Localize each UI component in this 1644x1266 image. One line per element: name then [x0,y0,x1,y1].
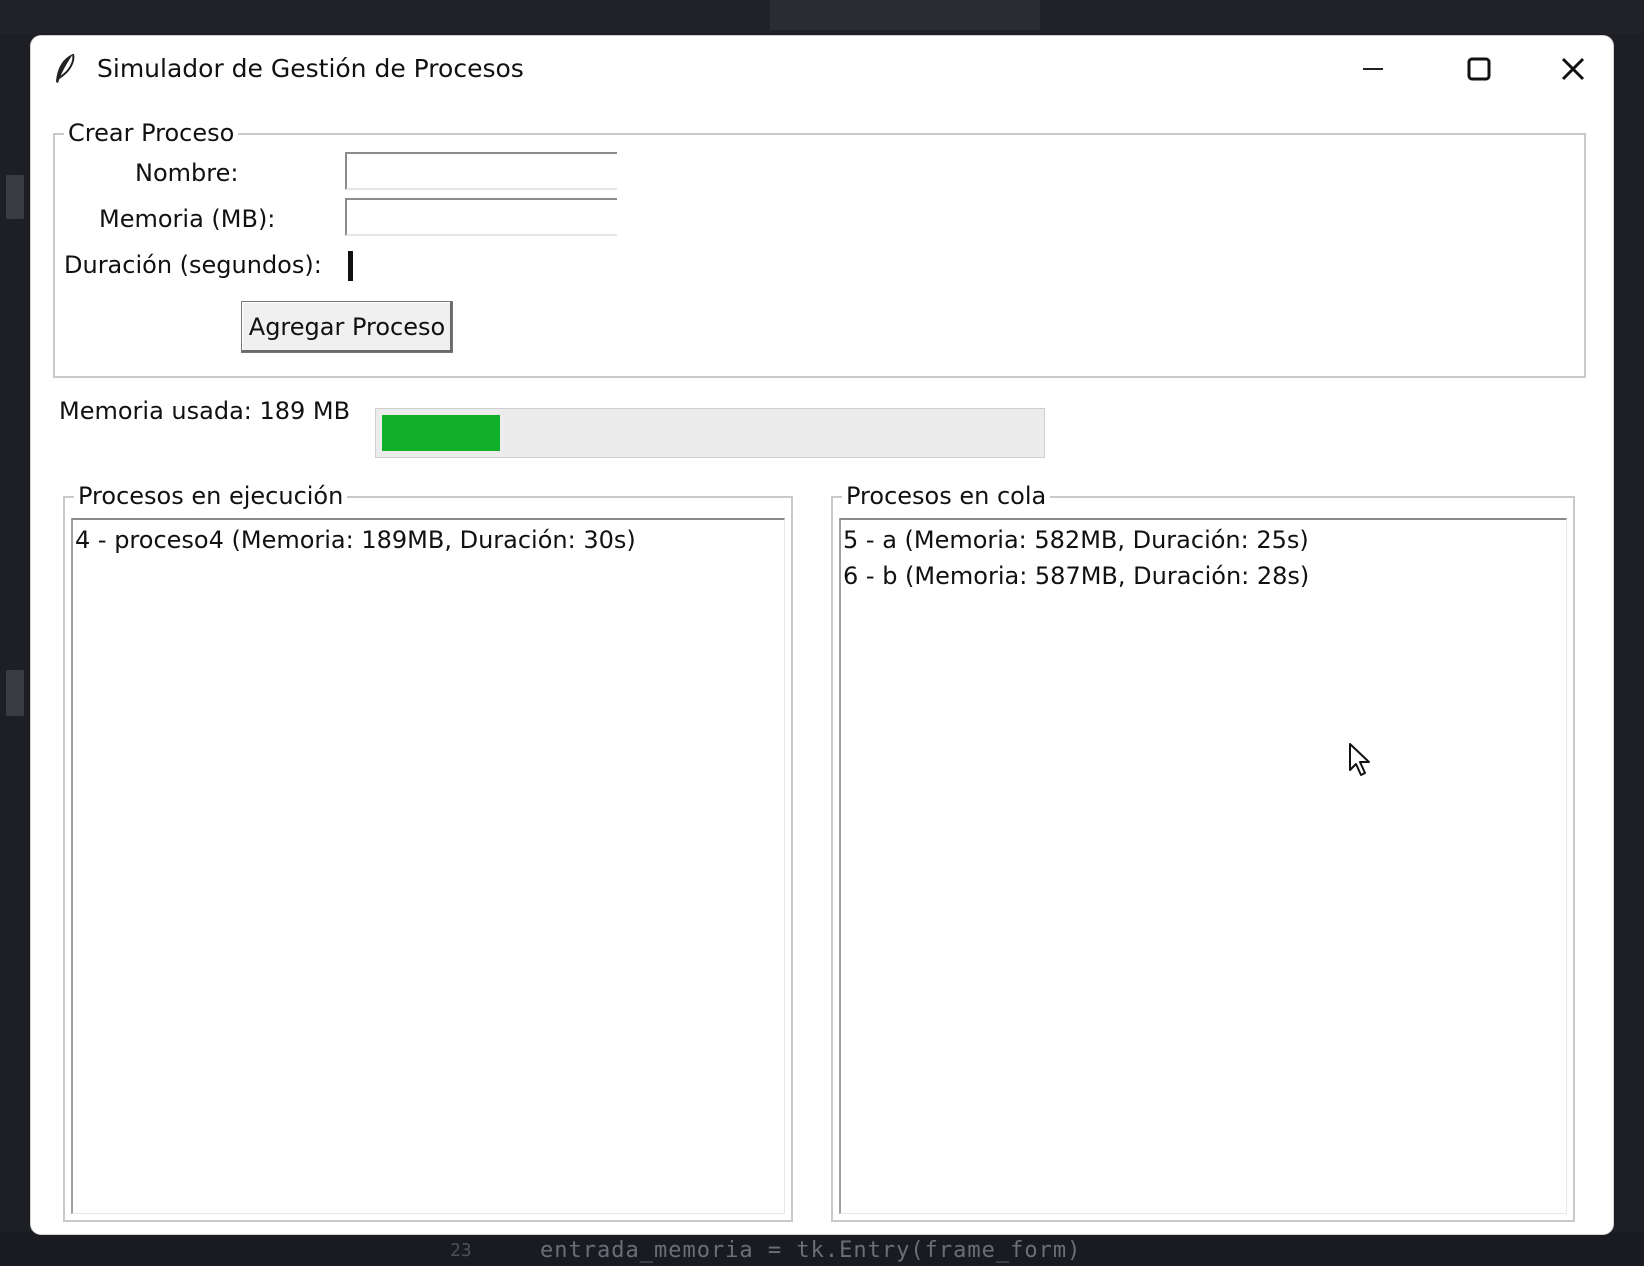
background-code-line: entrada_memoria = tk.Entry(frame_form) [540,1238,1082,1263]
memoria-input[interactable] [345,198,617,236]
maximize-icon [1467,57,1491,81]
minimize-button[interactable] [1321,36,1425,102]
duracion-input[interactable] [345,245,617,283]
add-process-button[interactable]: Agregar Proceso [241,301,453,353]
memory-used-label: Memoria usada: 189 MB [59,397,351,425]
queued-processes-list: 5 - a (Memoria: 582MB, Duración: 25s) 6 -… [841,520,1566,594]
desktop: 23 entrada_memoria = tk.Entry(frame_form… [0,0,1644,1266]
mouse-cursor-icon [1349,743,1370,776]
list-item[interactable]: 6 - b (Memoria: 587MB, Duración: 28s) [841,558,1566,594]
memory-progress-bar [375,408,1045,458]
list-item[interactable]: 5 - a (Memoria: 582MB, Duración: 25s) [841,522,1566,558]
queued-processes-listbox[interactable]: 5 - a (Memoria: 582MB, Duración: 25s) 6 -… [839,518,1567,1214]
window-title: Simulador de Gestión de Procesos [97,54,524,83]
running-processes-title: Procesos en ejecución [74,482,348,510]
nombre-label: Nombre: [135,159,239,187]
duracion-label: Duración (segundos): [64,251,322,279]
background-editor-tabs [0,0,1644,34]
running-processes-frame: Procesos en ejecución 4 - proceso4 (Memo… [63,482,793,1222]
create-process-frame-title: Crear Proceso [64,119,239,147]
text-caret [348,251,353,281]
nombre-input[interactable] [345,152,617,190]
maximize-button[interactable] [1427,36,1531,102]
background-line-number: 23 [450,1240,472,1261]
list-item[interactable]: 4 - proceso4 (Memoria: 189MB, Duración: … [73,522,784,558]
running-processes-list: 4 - proceso4 (Memoria: 189MB, Duración: … [73,520,784,558]
title-bar[interactable]: Simulador de Gestión de Procesos [31,36,1613,102]
minimize-icon [1363,68,1383,70]
running-processes-listbox[interactable]: 4 - proceso4 (Memoria: 189MB, Duración: … [71,518,785,1214]
feather-icon [56,53,75,83]
close-icon [1561,57,1585,81]
queued-processes-title: Procesos en cola [842,482,1051,510]
memory-progress-fill [382,415,500,451]
queued-processes-frame: Procesos en cola 5 - a (Memoria: 582MB, … [831,482,1575,1222]
background-scroll-mark [6,175,24,219]
memoria-label: Memoria (MB): [99,205,276,233]
app-window: Simulador de Gestión de Procesos Crear P… [31,36,1613,1234]
close-button[interactable] [1533,36,1613,102]
background-tab [770,0,1040,30]
background-scroll-mark [6,670,24,716]
create-process-frame: Crear Proceso Nombre: Memoria (MB): Dura… [53,119,1586,378]
